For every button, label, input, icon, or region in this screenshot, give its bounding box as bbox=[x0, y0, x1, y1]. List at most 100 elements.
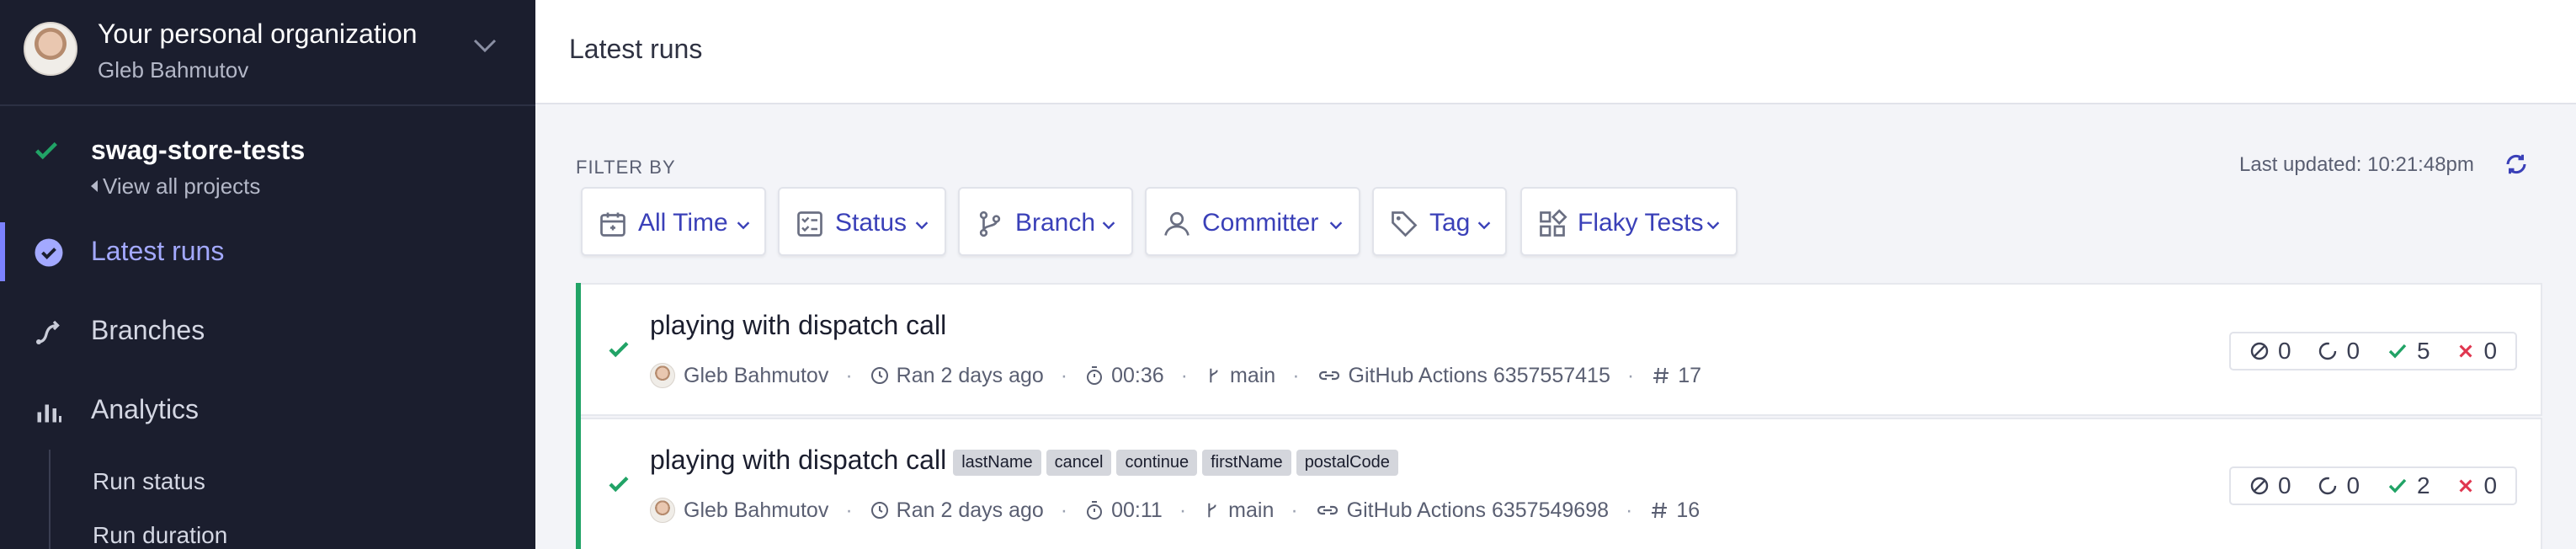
run-branch: main bbox=[1205, 364, 1275, 388]
separator: · bbox=[1060, 363, 1068, 387]
duration-text: 00:36 bbox=[1111, 363, 1164, 387]
org-user: Gleb Bahmutov bbox=[98, 57, 249, 83]
check-icon bbox=[609, 476, 629, 493]
run-row[interactable]: playing with dispatch call lastName cancel… bbox=[576, 418, 2542, 549]
committer-name: Gleb Bahmutov bbox=[684, 498, 829, 522]
chevron-down-icon bbox=[1102, 221, 1115, 230]
tag-badge[interactable]: postalCode bbox=[1296, 450, 1398, 477]
run-row[interactable]: playing with dispatch call Gleb Bahmutov… bbox=[576, 283, 2542, 418]
run-time: Ran 2 days ago bbox=[870, 364, 1044, 388]
sidebar-item-analytics[interactable]: Analytics bbox=[0, 381, 535, 440]
avatar bbox=[650, 363, 675, 388]
tag-badge[interactable]: lastName bbox=[953, 450, 1041, 477]
pending-count: 0 bbox=[2318, 472, 2360, 499]
checklist-icon bbox=[797, 211, 822, 237]
close-icon bbox=[2459, 344, 2472, 358]
run-duration: 00:11 bbox=[1084, 498, 1163, 523]
run-title-text: playing with dispatch call bbox=[650, 445, 947, 475]
separator: · bbox=[845, 363, 853, 387]
stopwatch-icon bbox=[1087, 366, 1103, 385]
sidebar-subitem-run-duration[interactable]: Run duration bbox=[93, 522, 227, 549]
skipped-icon bbox=[2250, 477, 2269, 495]
avatar bbox=[24, 22, 77, 76]
header: Latest runs bbox=[535, 0, 2576, 104]
filter-all-time[interactable]: All Time bbox=[581, 187, 766, 256]
filter-label: Status bbox=[835, 209, 907, 237]
org-switcher[interactable]: Your personal organization Gleb Bahmutov bbox=[0, 0, 535, 106]
sidebar-subitem-run-status[interactable]: Run status bbox=[93, 468, 205, 495]
sidebar-item-branches[interactable]: Branches bbox=[0, 301, 535, 360]
separator: · bbox=[1292, 363, 1300, 387]
run-ci[interactable]: GitHub Actions 6357557415 bbox=[1317, 364, 1610, 388]
ci-text: GitHub Actions 6357549698 bbox=[1346, 498, 1610, 522]
filter-label: Tag bbox=[1429, 209, 1471, 237]
run-title-text: playing with dispatch call bbox=[650, 310, 947, 340]
close-icon bbox=[2459, 479, 2472, 493]
filter-label: Flaky Tests bbox=[1578, 209, 1704, 237]
branch-icon bbox=[36, 320, 60, 344]
submenu-divider bbox=[49, 450, 51, 549]
tag-badge[interactable]: continue bbox=[1116, 450, 1198, 477]
filter-committer[interactable]: Committer bbox=[1145, 187, 1360, 256]
duration-text: 00:11 bbox=[1111, 498, 1163, 522]
pending-count: 0 bbox=[2318, 338, 2360, 365]
pending-value: 0 bbox=[2346, 472, 2360, 498]
run-title[interactable]: playing with dispatch call lastName cancel… bbox=[650, 445, 1403, 478]
number-text: 17 bbox=[1678, 363, 1701, 387]
tag-badge[interactable]: firstName bbox=[1202, 450, 1291, 477]
user-icon bbox=[1164, 211, 1190, 236]
caret-left-icon bbox=[91, 180, 98, 193]
run-meta: Gleb Bahmutov · Ran 2 days ago · 00:11 ·… bbox=[650, 493, 1700, 527]
passed-value: 2 bbox=[2416, 472, 2430, 498]
skipped-value: 0 bbox=[2277, 338, 2291, 364]
avatar bbox=[650, 498, 675, 523]
view-all-label: View all projects bbox=[103, 173, 261, 199]
sidebar-item-latest-runs[interactable]: Latest runs bbox=[0, 222, 535, 281]
filter-label: Branch bbox=[1015, 209, 1096, 237]
separator: · bbox=[1291, 498, 1298, 522]
link-icon bbox=[1318, 370, 1339, 381]
passed-count: 2 bbox=[2387, 472, 2430, 499]
filter-branch[interactable]: Branch bbox=[958, 187, 1133, 256]
separator: · bbox=[1180, 363, 1188, 387]
run-ci[interactable]: GitHub Actions 6357549698 bbox=[1315, 498, 1609, 523]
view-all-projects-link[interactable]: View all projects bbox=[91, 173, 260, 200]
sidebar-item-label: Analytics bbox=[91, 394, 200, 424]
pending-value: 0 bbox=[2346, 338, 2360, 364]
check-icon bbox=[35, 141, 57, 160]
run-tags: lastName cancel continue firstName postalCod… bbox=[953, 445, 1403, 478]
run-number: 17 bbox=[1651, 364, 1701, 388]
filter-status[interactable]: Status bbox=[778, 187, 946, 256]
link-icon bbox=[1317, 505, 1338, 515]
pending-icon bbox=[2319, 477, 2337, 495]
run-committer: Gleb Bahmutov bbox=[650, 498, 828, 523]
refresh-icon[interactable] bbox=[2504, 152, 2529, 177]
pending-icon bbox=[2319, 342, 2337, 360]
branch-text: main bbox=[1228, 498, 1275, 522]
check-icon bbox=[2388, 478, 2407, 493]
run-number: 16 bbox=[1649, 498, 1700, 523]
skipped-value: 0 bbox=[2277, 472, 2291, 498]
sidebar-item-label: Branches bbox=[91, 315, 205, 345]
last-updated: Last updated: 10:21:48pm bbox=[2239, 153, 2474, 176]
separator: · bbox=[1626, 363, 1635, 387]
filter-tag[interactable]: Tag bbox=[1372, 187, 1507, 256]
git-branch-icon bbox=[1210, 368, 1218, 383]
run-title[interactable]: playing with dispatch call bbox=[650, 310, 946, 341]
run-branch: main bbox=[1203, 498, 1274, 523]
tag-badge[interactable]: cancel bbox=[1046, 450, 1112, 477]
org-name: Your personal organization bbox=[98, 19, 418, 49]
chevron-down-icon bbox=[915, 221, 929, 230]
clock-icon bbox=[870, 502, 888, 519]
sidebar-item-label: Latest runs bbox=[91, 236, 225, 266]
check-circle-icon bbox=[35, 238, 63, 267]
bar-chart-icon bbox=[37, 404, 61, 423]
chevron-down-icon[interactable] bbox=[470, 30, 500, 61]
project-name: swag-store-tests bbox=[91, 135, 306, 165]
committer-name: Gleb Bahmutov bbox=[684, 363, 829, 387]
filter-label: Committer bbox=[1202, 209, 1319, 237]
failed-count: 0 bbox=[2456, 338, 2497, 365]
failed-count: 0 bbox=[2456, 472, 2497, 499]
filter-flaky-tests[interactable]: Flaky Tests bbox=[1520, 187, 1738, 256]
git-branch-icon bbox=[979, 211, 1001, 237]
